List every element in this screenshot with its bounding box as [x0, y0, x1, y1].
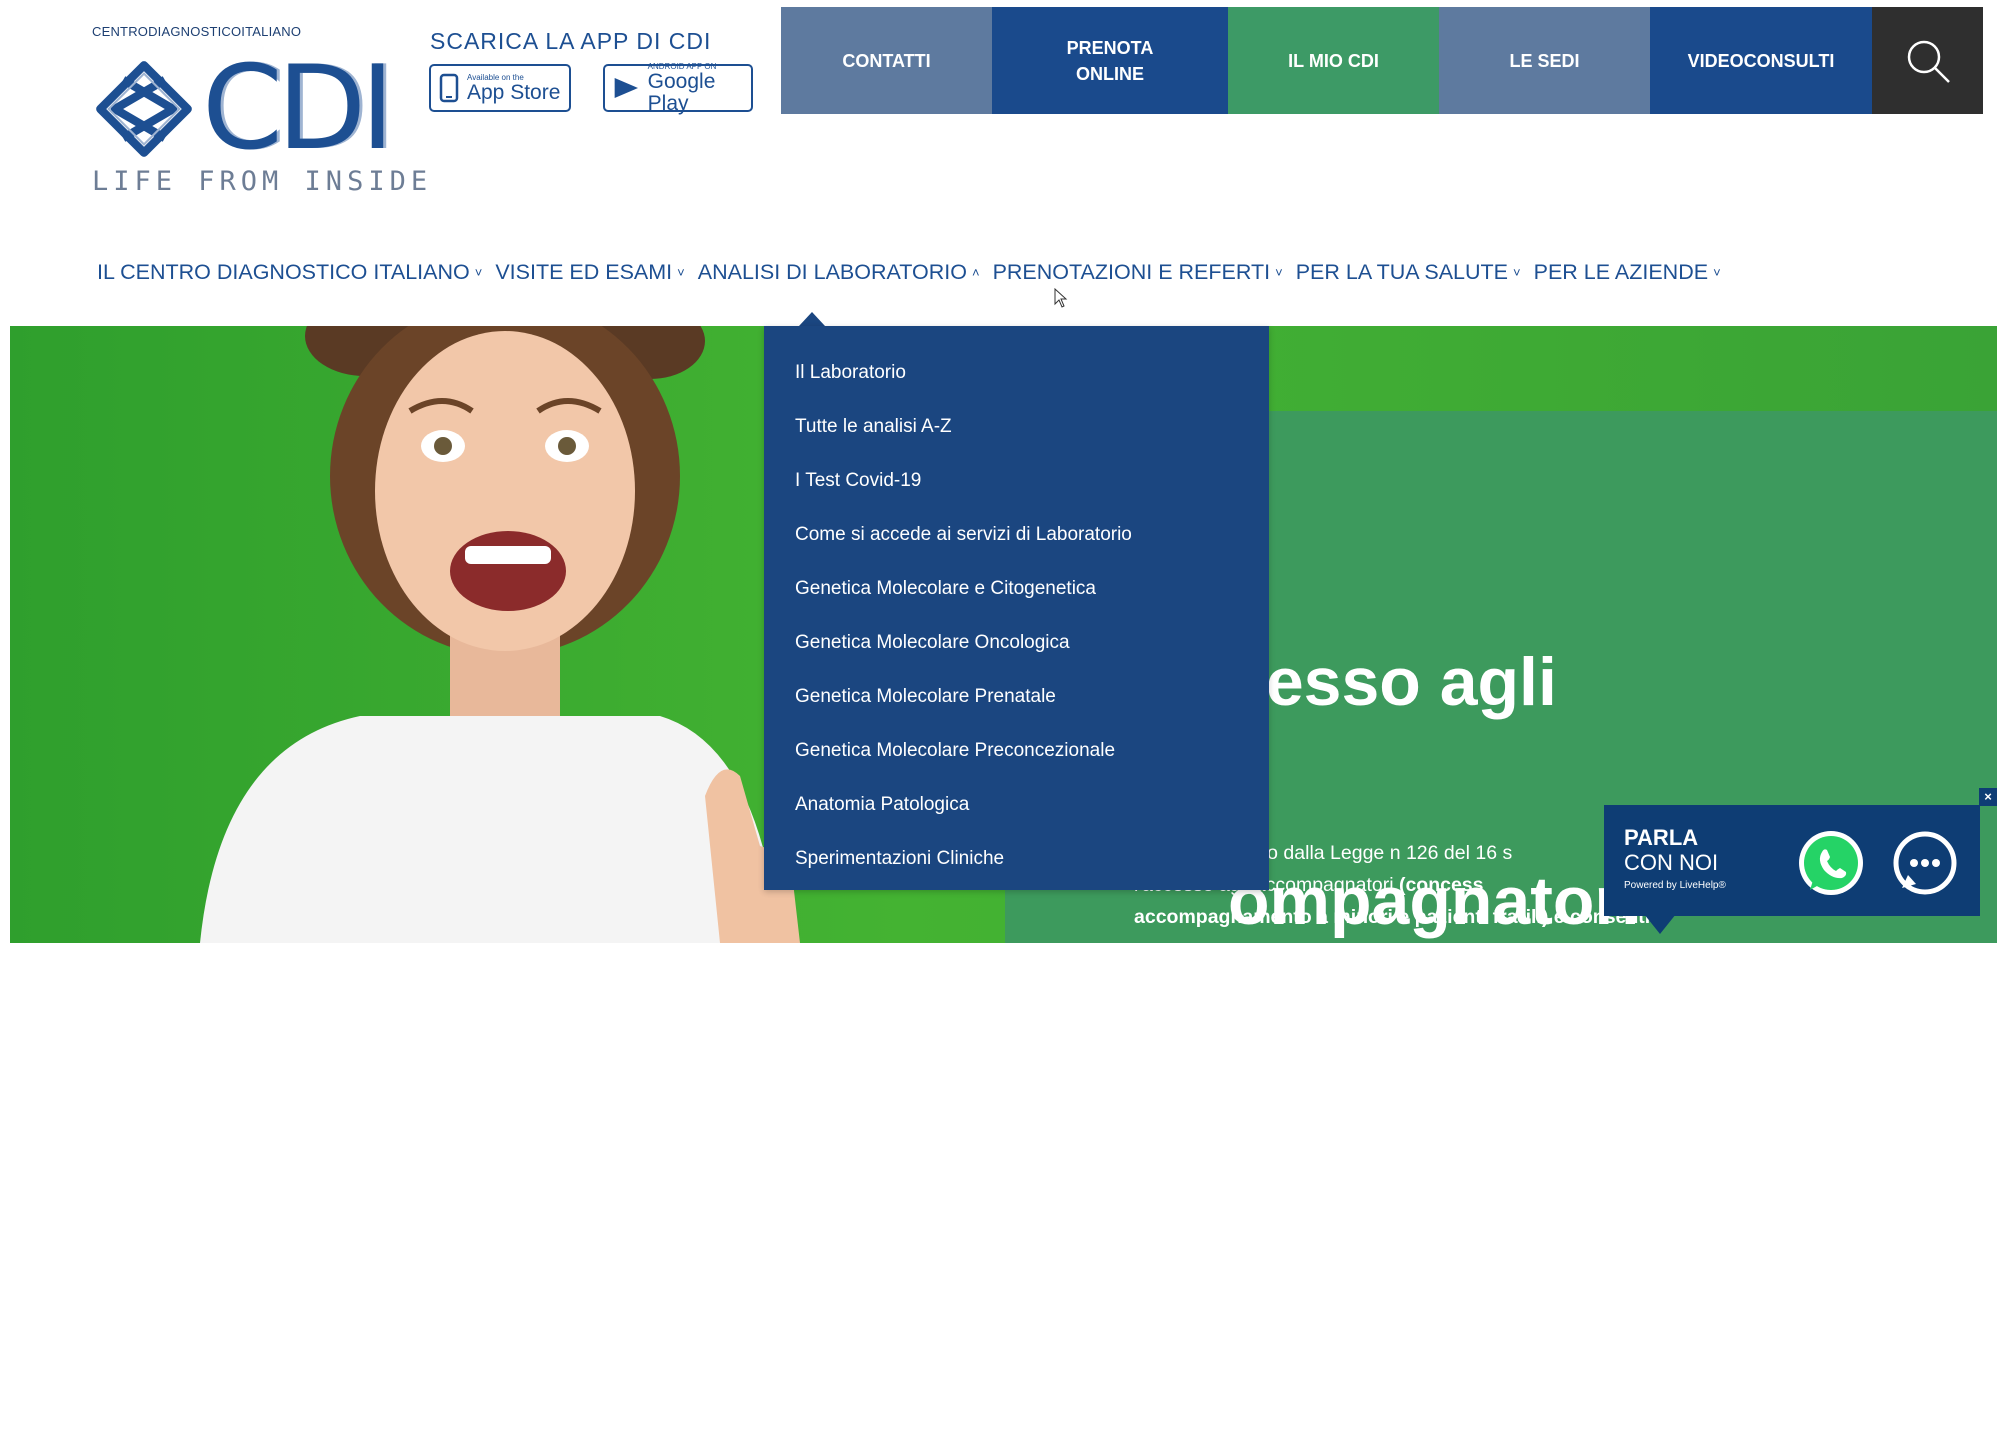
- nav-item-prenotazioni-referti[interactable]: PRENOTAZIONI E REFERTI ˅: [993, 260, 1283, 285]
- dropdown-item-genetica-oncologica[interactable]: Genetica Molecolare Oncologica: [764, 616, 1269, 670]
- top-nav: CONTATTI PRENOTA ONLINE IL MIO CDI LE SE…: [781, 7, 1983, 114]
- hero-title-line: cesso agli: [1228, 644, 1557, 720]
- search-button[interactable]: [1872, 7, 1983, 114]
- prenota-online-link[interactable]: PRENOTA ONLINE: [992, 7, 1228, 114]
- analisi-laboratorio-dropdown: Il Laboratorio Tutte le analisi A-Z I Te…: [764, 326, 1269, 890]
- il-mio-cdi-label: IL MIO CDI: [1288, 50, 1379, 71]
- nav-item-aziende[interactable]: PER LE AZIENDE ˅: [1534, 260, 1721, 285]
- nav-item-label: PER LA TUA SALUTE: [1295, 260, 1509, 284]
- dropdown-item-anatomia-patologica[interactable]: Anatomia Patologica: [764, 778, 1269, 832]
- nav-item-label: IL CENTRO DIAGNOSTICO ITALIANO: [97, 260, 470, 284]
- contatti-label: CONTATTI: [842, 50, 931, 71]
- dropdown-item-genetica-preconcezionale[interactable]: Genetica Molecolare Preconcezionale: [764, 724, 1269, 778]
- dropdown-item-analisi-az[interactable]: Tutte le analisi A-Z: [764, 400, 1269, 454]
- whatsapp-icon[interactable]: [1796, 828, 1866, 898]
- le-sedi-label: LE SEDI: [1509, 50, 1580, 71]
- app-store-button[interactable]: Available on the App Store: [429, 64, 571, 112]
- phone-icon: [439, 73, 459, 103]
- chat-bubble-icon[interactable]: [1890, 828, 1960, 898]
- logo-mark-icon: [96, 61, 192, 157]
- chat-widget[interactable]: PARLA CON NOI Powered by LiveHelp®: [1604, 805, 1980, 916]
- chat-title: PARLA: [1624, 825, 1699, 850]
- chat-subtitle: CON NOI: [1624, 850, 1719, 875]
- brand-name: CENTRODIAGNOSTICOITALIANO: [92, 24, 302, 39]
- chevron-down-icon: ˅: [474, 265, 483, 280]
- dropdown-item-accesso-servizi[interactable]: Come si accede ai servizi di Laboratorio: [764, 508, 1269, 562]
- hero-title-line: o se muniti di: [1228, 1082, 1667, 1158]
- dropdown-item-genetica-prenatale[interactable]: Genetica Molecolare Prenatale: [764, 670, 1269, 724]
- hero-body-bold-segment: (concess: [1398, 874, 1484, 896]
- chevron-down-icon: ˅: [1275, 265, 1283, 280]
- hero-body-bold-segment: accompagnamento a minori e pazienti fra: [1134, 906, 1518, 928]
- hero-body-text-segment: sto dalla Legge n 126 del 16 s: [1252, 842, 1513, 864]
- nav-item-label: PER LE AZIENDE: [1533, 260, 1709, 284]
- nav-item-label: VISITE ED ESAMI: [495, 260, 673, 284]
- site-logo[interactable]: CENTRODIAGNOSTICOITALIANO CDI LIFE FROM …: [92, 24, 427, 197]
- videoconsulti-label: VIDEOCONSULTI: [1687, 50, 1835, 71]
- contatti-link[interactable]: CONTATTI: [781, 7, 992, 114]
- hero-title: cesso agli ompagnatori o se muniti di en…: [1228, 500, 1666, 1449]
- dropdown-item-sperimentazioni-cliniche[interactable]: Sperimentazioni Cliniche: [764, 832, 1269, 886]
- hero-woman-image: [200, 326, 800, 943]
- dropdown-pointer: [799, 312, 825, 326]
- nav-item-visite-esami[interactable]: VISITE ED ESAMI ˅: [495, 260, 684, 285]
- chevron-up-icon: ˄: [971, 265, 980, 280]
- prenota-online-label: PRENOTA ONLINE: [1067, 35, 1154, 87]
- chevron-down-icon: ˅: [677, 265, 685, 280]
- nav-item-label: ANALISI DI LABORATORIO: [697, 260, 967, 284]
- il-mio-cdi-link[interactable]: IL MIO CDI: [1228, 7, 1439, 114]
- logo-wordmark: CDI: [202, 41, 395, 176]
- dropdown-item-genetica-citogenetica[interactable]: Genetica Molecolare e Citogenetica: [764, 562, 1269, 616]
- nav-item-analisi-laboratorio[interactable]: ANALISI DI LABORATORIO ˄: [698, 260, 980, 285]
- chevron-down-icon: ˅: [1713, 265, 1721, 280]
- dropdown-item-test-covid[interactable]: I Test Covid-19: [764, 454, 1269, 508]
- prenota-line-2: ONLINE: [1075, 63, 1144, 84]
- chat-widget-tail: [1644, 914, 1676, 934]
- chat-close-button[interactable]: ×: [1979, 788, 1997, 806]
- app-store-label: App Store: [467, 80, 561, 104]
- chevron-down-icon: ˅: [1513, 265, 1521, 280]
- hero-title-line: en Pass: [1228, 1301, 1486, 1377]
- logo-tagline: LIFE FROM INSIDE: [92, 166, 433, 197]
- nav-item-label: PRENOTAZIONI E REFERTI: [992, 260, 1271, 284]
- le-sedi-link[interactable]: LE SEDI: [1439, 7, 1650, 114]
- dropdown-item-laboratorio[interactable]: Il Laboratorio: [764, 346, 1269, 400]
- google-play-label: Google Play: [647, 69, 716, 115]
- play-icon: [614, 77, 639, 99]
- google-play-button[interactable]: ANDROID APP ON Google Play: [603, 62, 753, 115]
- prenota-line-1: PRENOTA: [1066, 37, 1154, 58]
- nav-item-tua-salute[interactable]: PER LA TUA SALUTE ˅: [1296, 260, 1521, 285]
- nav-item-centro-diagnostico[interactable]: IL CENTRO DIAGNOSTICO ITALIANO ˅: [97, 260, 482, 285]
- chat-powered-by: Powered by LiveHelp®: [1624, 880, 1726, 891]
- mouse-cursor-icon: [1054, 288, 1068, 308]
- main-nav: IL CENTRO DIAGNOSTICO ITALIANO ˅ VISITE E…: [97, 260, 1734, 285]
- download-app-title: SCARICA LA APP DI CDI: [430, 28, 712, 54]
- search-icon: [1907, 40, 1950, 83]
- videoconsulti-link[interactable]: VIDEOCONSULTI: [1650, 7, 1872, 114]
